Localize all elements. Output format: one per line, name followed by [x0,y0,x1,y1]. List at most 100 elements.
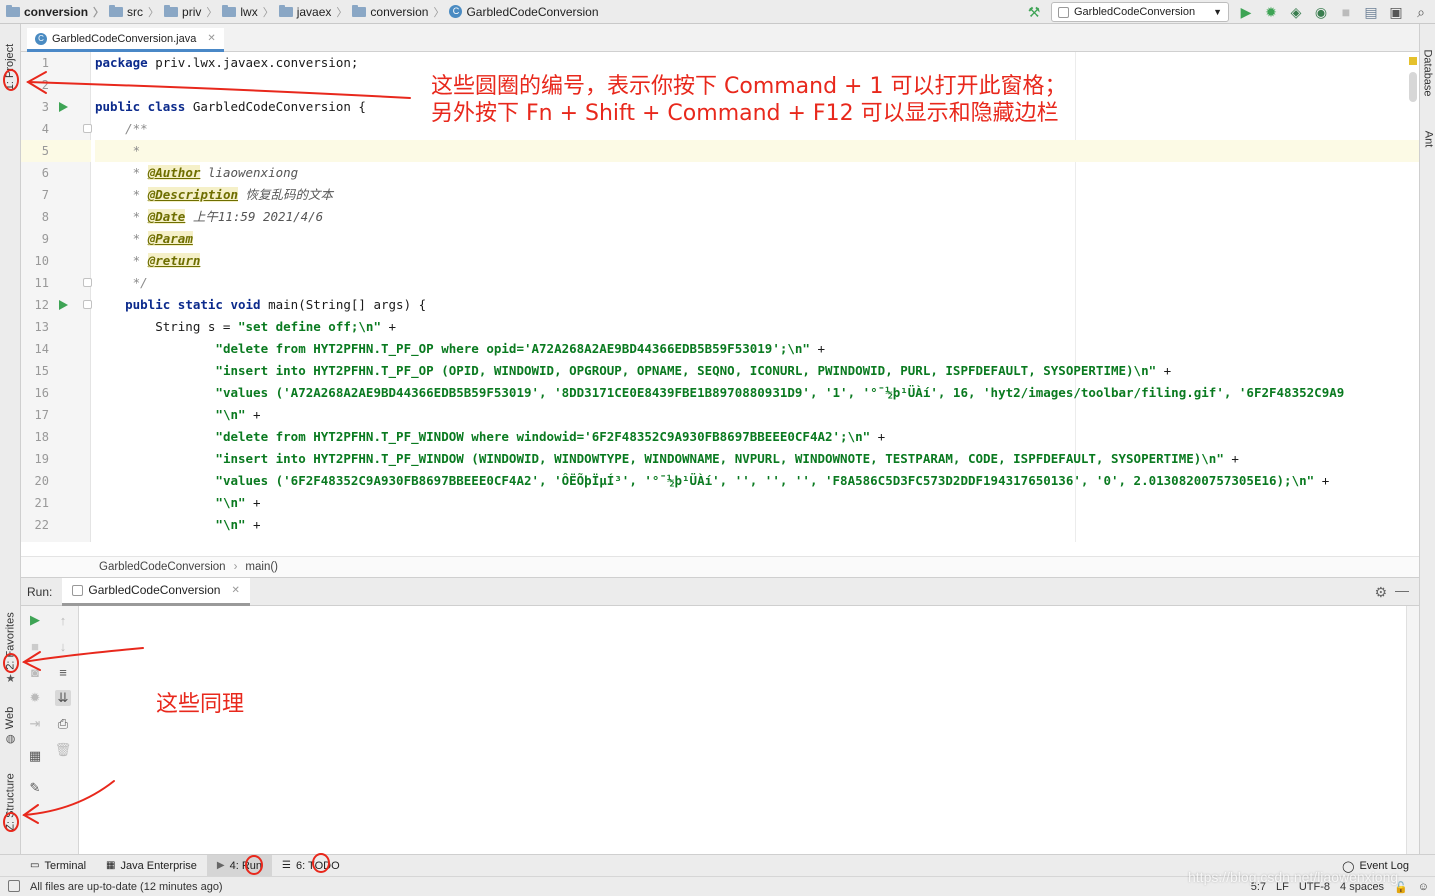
tool-tab-ant[interactable]: Ant [1420,122,1435,156]
window-layout-icon[interactable]: ▣ [1388,4,1404,20]
vertical-scrollbar[interactable] [1409,72,1417,102]
code-token: * [95,187,148,202]
project-structure-icon[interactable]: ▤ [1363,4,1379,20]
code-line[interactable] [95,536,1419,542]
line-number: 8 [21,206,91,228]
nav-crumb-lwx[interactable]: lwx 〉 [222,0,278,24]
bottom-tab-todo[interactable]: ☰ 6: TODO [272,855,350,877]
code-token: "insert into HYT2PFHN.T_PF_OP (OPID, WIN… [215,363,1157,378]
code-line[interactable]: "values ('A72A268A2AE9BD44366EDB5B59F530… [95,382,1419,404]
debug-icon[interactable]: ✹ [27,690,43,706]
layout-icon[interactable]: ▦ [27,748,43,764]
code-line[interactable]: * [95,140,1419,162]
soft-wrap-icon[interactable]: ≡ [55,664,71,680]
code-line[interactable]: * @Date 上午11:59 2021/4/6 [95,206,1419,228]
nav-crumb-priv[interactable]: priv 〉 [164,0,222,24]
pin-icon[interactable]: ✎ [27,780,43,796]
code-token: public class [95,99,186,114]
build-hammer-icon[interactable]: ⚒ [1026,4,1042,20]
code-token: "delete from HYT2PFHN.T_PF_WINDOW where … [215,429,871,444]
fold-marker-icon[interactable] [83,278,92,287]
nav-crumb-src[interactable]: src 〉 [109,0,164,24]
code-token: /** [95,121,148,136]
code-line[interactable]: */ [95,272,1419,294]
fold-marker-icon[interactable] [83,300,92,309]
code-line[interactable]: "\n" + [95,492,1419,514]
bottom-tab-terminal[interactable]: ▭ Terminal [20,855,96,877]
breadcrumb-class[interactable]: GarbledCodeConversion [99,561,226,573]
code-line[interactable]: "values ('6F2F48352C9A930FB8697BBEEE0CF4… [95,470,1419,492]
gear-icon[interactable]: ⚙ [1374,584,1387,601]
line-number: 19 [21,448,91,470]
nav-crumb-project[interactable]: conversion 〉 [6,0,109,24]
code-line[interactable]: "\n" + [95,404,1419,426]
stop-icon[interactable]: ■ [1338,4,1354,20]
close-tab-icon[interactable]: ✕ [207,33,215,44]
bottom-tab-run[interactable]: ▶ 4: Run [206,854,273,877]
line-number-text: 7 [41,188,49,202]
console-scrollbar[interactable] [1406,606,1419,854]
warning-marker-icon[interactable] [1409,57,1417,65]
stop-icon[interactable]: ■ [27,638,43,654]
nav-crumb-conversion[interactable]: conversion 〉 [352,0,449,24]
tool-tab-favorites[interactable]: 2: Favorites [0,606,21,676]
run-console[interactable]: ▶ ■ ◙ ✹ ⇥ ▦ ✎ ↑ ↓ ≡ ⇊ ⎙ 🗑 [21,606,1419,854]
trash-icon[interactable]: 🗑 [55,742,72,758]
code-line[interactable]: * @Author liaowenxiong [95,162,1419,184]
nav-crumb-javaex[interactable]: javaex 〉 [278,0,353,24]
run-tab[interactable]: GarbledCodeConversion ✕ [62,577,250,606]
code-line[interactable]: * @Param [95,228,1419,250]
line-number: 16 [21,382,91,404]
code-line[interactable]: "delete from HYT2PFHN.T_PF_OP where opid… [95,338,1419,360]
run-configuration-select[interactable]: GarbledCodeConversion ▼ [1051,2,1229,22]
fold-marker-icon[interactable] [83,124,92,133]
down-arrow-icon[interactable]: ↓ [55,638,71,654]
todo-list-icon: ☰ [282,860,292,871]
breadcrumb-method[interactable]: main() [245,561,278,573]
code-token: liaowenxiong [200,165,299,180]
code-line[interactable]: "\n" + [95,514,1419,536]
close-tab-icon[interactable]: ✕ [231,585,239,596]
terminal-icon: ▭ [30,860,40,871]
code-line[interactable]: "delete from HYT2PFHN.T_PF_WINDOW where … [95,426,1419,448]
run-gutter-icon[interactable] [59,300,68,310]
tool-tab-database[interactable]: Database [1420,38,1435,108]
tool-tab-structure[interactable]: Z: Structure [0,764,21,840]
code-token: "insert into HYT2PFHN.T_PF_WINDOW (WINDO… [215,451,1224,466]
line-number-text: 22 [34,518,49,532]
code-line[interactable]: String s = "set define off;\n" + [95,316,1419,338]
line-number-text: 9 [41,232,49,246]
code-line[interactable]: * @return [95,250,1419,272]
inspector-icon[interactable]: ☺ [1418,881,1429,893]
code-line[interactable]: "insert into HYT2PFHN.T_PF_OP (OPID, WIN… [95,360,1419,382]
print-icon[interactable]: ⎙ [55,716,71,732]
code-line[interactable]: "insert into HYT2PFHN.T_PF_WINDOW (WINDO… [95,448,1419,470]
code-token: + [870,429,886,444]
code-token: String s = [95,319,238,334]
minimize-icon[interactable]: — [1395,582,1409,598]
folder-icon [222,4,237,17]
rerun-icon[interactable]: ▶ [27,612,43,628]
run-icon[interactable]: ▶ [1238,4,1254,20]
scroll-to-end-icon[interactable]: ⇊ [55,690,71,706]
camera-icon[interactable]: ◙ [27,664,43,680]
toggle-tool-windows-icon[interactable] [8,880,20,892]
exit-icon[interactable]: ⇥ [27,716,43,732]
profile-icon[interactable]: ◉ [1313,4,1329,20]
line-number-text: 12 [34,298,49,312]
debug-bug-icon[interactable]: ✹ [1263,4,1279,20]
run-gutter-icon[interactable] [59,102,68,112]
line-number: 3 [21,96,91,118]
run-with-coverage-icon[interactable]: ◈ [1288,4,1304,20]
code-line[interactable]: * @Description 恢复乱码的文本 [95,184,1419,206]
editor-tab-file[interactable]: C GarbledCodeConversion.java ✕ [27,28,224,52]
up-arrow-icon[interactable]: ↑ [55,612,71,628]
code-line[interactable]: public static void main(String[] args) { [95,294,1419,316]
code-line[interactable]: package priv.lwx.javaex.conversion; [95,52,1419,74]
tool-tab-project[interactable]: 1: Project [0,32,21,102]
nav-crumb-class[interactable]: C GarbledCodeConversion [449,0,599,24]
search-everywhere-icon[interactable]: ⌕ [1413,4,1429,20]
bottom-tab-java-enterprise[interactable]: ▦ Java Enterprise [96,855,207,877]
